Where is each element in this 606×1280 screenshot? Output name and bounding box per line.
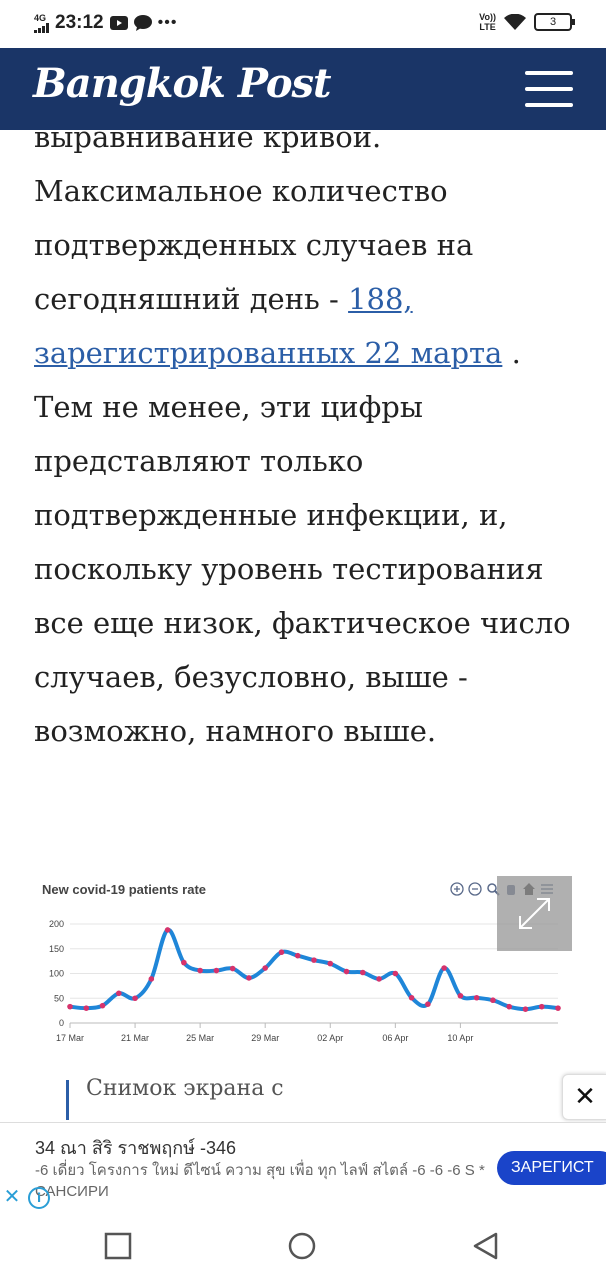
data-point[interactable] [376,976,382,982]
expand-image-button[interactable] [497,876,572,951]
data-point[interactable] [538,1003,545,1010]
data-point[interactable] [360,969,366,976]
clock: 23:12 [55,12,104,33]
data-point[interactable] [197,967,203,974]
x-tick-label: 10 Apr [447,1033,473,1043]
article-body: выравнивание кривой. Максимальное количе… [34,130,574,758]
data-point[interactable] [392,970,399,977]
data-point[interactable] [441,965,447,971]
y-tick-label: 50 [54,993,64,1003]
x-tick-label: 06 Apr [382,1033,408,1043]
data-point[interactable] [164,927,171,933]
status-bar: 4G 23:12 ••• Vo)) LTE 3 [0,0,606,48]
data-point[interactable] [132,995,138,1002]
article-text-cont: . Тем не менее, эти цифры представляют т… [34,336,571,748]
article-line-clipped: выравнивание кривой. [34,130,382,154]
hamburger-icon[interactable] [525,71,573,107]
ad-close-icon[interactable]: ✕ [2,1185,22,1207]
data-point[interactable] [555,1005,561,1011]
y-tick-label: 0 [59,1018,64,1028]
ad-banner[interactable]: 34 ณา สิริ ราชพฤกษ์ -346 -6 เดี่ยว โครงก… [0,1122,606,1213]
expand-icon [519,898,550,929]
x-tick-label: 25 Mar [186,1033,214,1043]
data-point[interactable] [181,959,187,966]
x-tick-label: 17 Mar [56,1033,84,1043]
wifi-icon [504,14,526,30]
data-point[interactable] [506,1003,512,1010]
data-point[interactable] [229,965,236,972]
data-point[interactable] [473,994,480,1001]
youtube-icon [109,16,128,30]
image-caption: Снимок экрана с [86,1076,284,1101]
back-icon[interactable] [472,1232,500,1260]
ad-register-button[interactable]: ЗАРЕГИСТ [497,1151,606,1185]
data-point[interactable] [148,976,155,982]
x-tick-label: 29 Mar [251,1033,279,1043]
data-point[interactable] [278,949,285,956]
data-point[interactable] [408,994,415,1001]
more-notifications-icon: ••• [157,14,178,31]
data-point[interactable] [457,992,464,999]
data-point[interactable] [294,952,301,959]
x-tick-label: 02 Apr [317,1033,343,1043]
data-point[interactable] [83,1005,90,1011]
data-point[interactable] [490,997,496,1004]
ad-title[interactable]: 34 ณา สิริ ราชพฤกษ์ -346 [35,1133,236,1162]
status-left: 4G 23:12 ••• [34,12,177,34]
ad-info-icon[interactable]: i [28,1187,50,1209]
battery-icon: 3 [534,13,575,31]
recent-apps-icon[interactable] [104,1232,132,1260]
data-point[interactable] [311,957,317,963]
data-point[interactable] [343,968,350,975]
data-point[interactable] [116,990,122,997]
data-point[interactable] [425,1001,431,1007]
chart-plot: 200 150 100 50 0 17 Mar 21 Mar 25 Mar 29 Mar 02 A… [49,919,561,1043]
data-point[interactable] [67,1003,73,1010]
close-ad-button[interactable]: ✕ [562,1074,606,1120]
chart-container: New covid-19 patients rate 200 150 100 50 0 1… [28,868,576,1058]
volte-indicator: Vo)) LTE [479,12,496,32]
chat-icon [133,15,152,31]
data-point[interactable] [262,965,268,971]
data-point[interactable] [213,967,220,974]
network-type: 4G [34,12,47,23]
system-nav-bar [0,1212,606,1280]
y-tick-label: 100 [49,969,64,979]
data-point[interactable] [246,975,252,981]
series-line [69,927,559,1012]
data-point[interactable] [327,960,334,967]
article-viewport: выравнивание кривой. Максимальное количе… [0,130,606,850]
ad-text[interactable]: -6 เดี่ยว โครงการ ใหม่ ดีไซน์ ความ สุข เ… [35,1160,485,1202]
data-point[interactable] [99,1002,106,1009]
x-tick-label: 21 Mar [121,1033,149,1043]
caption-accent [66,1080,69,1120]
site-logo[interactable]: Bangkok Post [33,60,331,107]
home-nav-icon[interactable] [288,1232,316,1260]
y-tick-label: 150 [49,944,64,954]
signal-icon: 4G [34,12,49,33]
data-point[interactable] [522,1006,529,1012]
status-right: Vo)) LTE 3 [479,12,575,32]
y-tick-label: 200 [49,919,64,929]
